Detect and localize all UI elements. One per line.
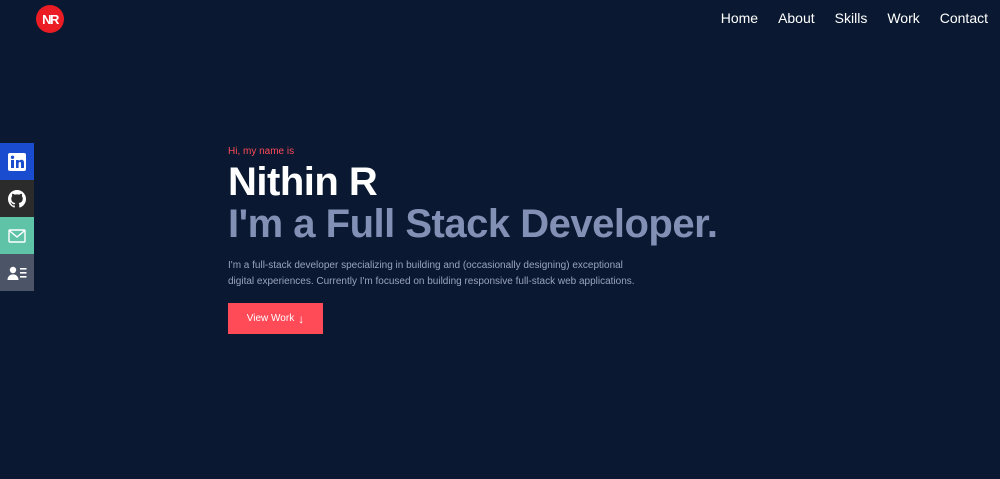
main-nav: Home About Skills Work Contact (721, 10, 988, 26)
arrow-down-icon: ↓ (298, 311, 305, 326)
page: NR Home About Skills Work Contact Hi, my… (0, 0, 1000, 479)
mail-icon (8, 228, 26, 243)
hero-description: I'm a full-stack developer specializing … (228, 258, 668, 290)
hero-role: I'm a Full Stack Developer. (228, 202, 718, 246)
linkedin-icon (8, 152, 26, 171)
hero-name: Nithin R (228, 160, 378, 204)
social-sidebar (0, 143, 34, 291)
social-mail-button[interactable] (0, 217, 34, 254)
nav-link-work[interactable]: Work (887, 10, 919, 26)
hero-greeting: Hi, my name is (228, 146, 295, 157)
hero-section: Hi, my name is Nithin R I'm a Full Stack… (228, 146, 928, 334)
nav-link-contact[interactable]: Contact (940, 10, 988, 26)
github-icon (8, 189, 26, 208)
social-github-button[interactable] (0, 180, 34, 217)
nav-link-skills[interactable]: Skills (835, 10, 868, 26)
hero-description-line-1: I'm a full-stack developer specializing … (228, 260, 623, 271)
social-linkedin-button[interactable] (0, 143, 34, 180)
view-work-button[interactable]: View Work ↓ (228, 303, 323, 334)
view-work-label: View Work (246, 313, 295, 324)
hero-description-line-2: digital experiences. Currently I'm focus… (228, 276, 635, 287)
logo-text: NR (42, 11, 59, 27)
logo[interactable]: NR (36, 5, 64, 33)
nav-link-about[interactable]: About (778, 10, 815, 26)
nav-link-home[interactable]: Home (721, 10, 758, 26)
contact-card-icon (7, 266, 27, 280)
social-contact-button[interactable] (0, 254, 34, 291)
